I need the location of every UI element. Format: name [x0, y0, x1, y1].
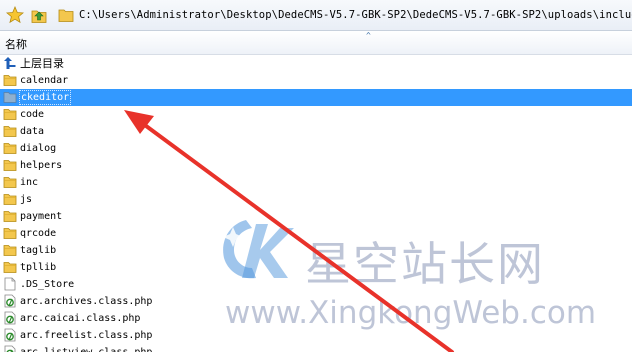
php-file-icon: [4, 294, 16, 308]
folder-icon: [3, 143, 17, 154]
list-item-label: ckeditor: [19, 90, 72, 105]
list-item-label: tpllib: [20, 262, 57, 273]
folder-icon: [3, 126, 17, 137]
list-item-label: inc: [20, 177, 39, 188]
php-file-icon: [4, 328, 16, 342]
list-item-label: data: [20, 126, 45, 137]
php-file-icon: [4, 311, 16, 325]
folder-icon: [3, 211, 17, 222]
list-item-folder-code[interactable]: code: [0, 106, 632, 123]
php-file-icon: [4, 345, 16, 352]
folder-icon: [3, 160, 17, 171]
list-item-folder-payment[interactable]: payment: [0, 208, 632, 225]
list-item-label: qrcode: [20, 228, 57, 239]
list-item-label: arc.caicai.class.php: [20, 313, 141, 324]
folder-icon: [3, 109, 17, 120]
list-item-label: calendar: [20, 75, 69, 86]
xingkong-logo-icon: [223, 220, 294, 279]
list-item-label: taglib: [20, 245, 57, 256]
list-item-parent-directory[interactable]: 上层目录: [0, 55, 632, 72]
sort-ascending-icon: ^: [366, 31, 371, 40]
parent-directory-label: 上层目录: [20, 57, 64, 70]
folder-icon: [3, 262, 17, 273]
list-item-folder-dialog[interactable]: dialog: [0, 140, 632, 157]
list-item-label: payment: [20, 211, 63, 222]
list-item-label: arc.listview.class.php: [20, 344, 152, 352]
list-item-label: dialog: [20, 143, 57, 154]
list-item-folder-calendar[interactable]: calendar: [0, 72, 632, 89]
path-folder-icon: [58, 9, 74, 22]
list-item-folder-js[interactable]: js: [0, 191, 632, 208]
current-path[interactable]: C:\Users\Administrator\Desktop\DedeCMS-V…: [79, 9, 632, 21]
address-bar: C:\Users\Administrator\Desktop\DedeCMS-V…: [0, 0, 632, 31]
list-item-file[interactable]: arc.listview.class.php: [0, 344, 632, 352]
list-item-label: .DS_Store: [20, 279, 75, 290]
list-item-folder-inc[interactable]: inc: [0, 174, 632, 191]
folder-icon: [3, 92, 17, 103]
blank-file-icon: [4, 277, 16, 291]
list-item-folder-ckeditor[interactable]: ckeditor: [0, 89, 632, 106]
folder-icon: [3, 75, 17, 86]
folder-icon: [3, 245, 17, 256]
list-item-label: arc.archives.class.php: [20, 296, 153, 307]
list-item-label: js: [20, 194, 33, 205]
list-column-header[interactable]: 名称 ^: [0, 31, 632, 55]
favorites-star-icon[interactable]: [6, 6, 24, 24]
list-item-folder-data[interactable]: data: [0, 123, 632, 140]
folder-icon: [3, 228, 17, 239]
folder-icon: [3, 194, 17, 205]
go-up-icon[interactable]: [30, 6, 48, 24]
parent-directory-icon: [4, 57, 16, 69]
list-item-label: arc.freelist.class.php: [20, 330, 153, 341]
watermark-english: www.XingkongWeb.com: [225, 295, 597, 331]
list-item-label: helpers: [20, 160, 63, 171]
list-item-folder-helpers[interactable]: helpers: [0, 157, 632, 174]
name-column-label[interactable]: 名称: [5, 36, 27, 52]
list-item-label: code: [20, 109, 45, 120]
watermark-chinese: 星空站长网: [305, 237, 545, 291]
folder-icon: [3, 177, 17, 188]
